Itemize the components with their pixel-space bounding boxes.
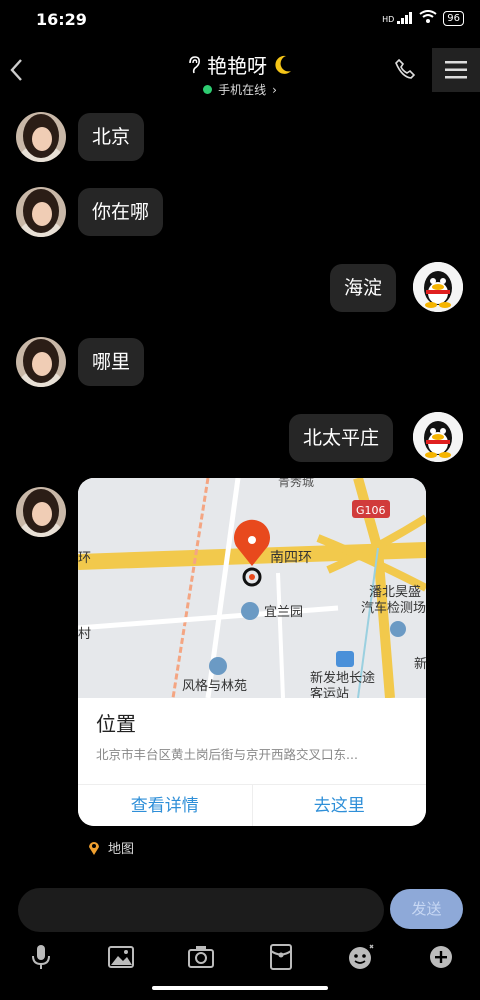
- map-marker-icon: [390, 621, 406, 637]
- user-avatar[interactable]: [413, 412, 463, 462]
- status-time: 16:29: [36, 10, 87, 29]
- map-source-label: 地图: [108, 842, 135, 857]
- bus-station-icon: [336, 651, 354, 667]
- microphone-icon: [32, 945, 50, 969]
- home-indicator[interactable]: [152, 986, 328, 990]
- signal-icon: HD: [382, 12, 413, 24]
- contact-photo-icon: [16, 112, 66, 162]
- image-icon: [108, 946, 134, 968]
- red-packet-button[interactable]: [266, 942, 296, 972]
- contact-avatar[interactable]: [16, 487, 66, 537]
- status-icons: HD 96: [382, 10, 464, 26]
- map-label: G106: [356, 504, 386, 517]
- navigate-button[interactable]: 去这里: [251, 785, 427, 826]
- presence-status: 手机在线 ›: [203, 81, 277, 98]
- map-label: 潘北昊盛: [369, 585, 421, 600]
- poi-icon: [209, 657, 227, 675]
- poi-icon: [241, 602, 259, 620]
- phone-icon: [395, 58, 416, 79]
- contact-title: 艳艳呀: [187, 50, 293, 79]
- ear-icon: [189, 55, 200, 73]
- map-label: 风格与林苑: [182, 678, 247, 694]
- message-bubble-left[interactable]: 你在哪: [78, 188, 164, 236]
- emoji-button[interactable]: [346, 942, 376, 972]
- contact-photo-icon: [16, 487, 66, 537]
- map-pin-icon: [89, 841, 99, 855]
- moon-icon: [275, 55, 291, 74]
- map-label: 宜兰园: [264, 605, 303, 620]
- message-bubble-right[interactable]: 海淀: [330, 264, 397, 312]
- map-label: 汽车检测场: [361, 600, 426, 616]
- battery-indicator: 96: [443, 10, 464, 26]
- camera-icon: [188, 946, 214, 968]
- red-packet-icon: [270, 944, 292, 970]
- plus-circle-icon: [430, 946, 452, 968]
- contact-avatar[interactable]: [16, 187, 66, 237]
- map-label: 客运站: [310, 686, 349, 698]
- map-label: 村: [78, 627, 91, 642]
- send-button[interactable]: 发送: [390, 889, 463, 929]
- location-card[interactable]: 青秀城 G106 南四环 宜兰园 潘北昊盛 汽车检测场 环 村 风格与林苑 新发…: [78, 478, 426, 826]
- user-avatar[interactable]: [413, 262, 463, 312]
- message-bubble-right[interactable]: 北太平庄: [289, 414, 394, 462]
- penguin-icon: [413, 412, 463, 462]
- contact-avatar[interactable]: [16, 337, 66, 387]
- chevron-right-icon: ›: [272, 82, 277, 97]
- camera-button[interactable]: [186, 942, 216, 972]
- contact-photo-icon: [16, 187, 66, 237]
- emoji-icon: [349, 944, 374, 969]
- more-button[interactable]: [426, 942, 456, 972]
- hamburger-icon: [445, 61, 467, 79]
- chat-header: 艳艳呀 手机在线 ›: [0, 40, 480, 100]
- message-bubble-left[interactable]: 哪里: [78, 338, 145, 386]
- input-toolbar: [0, 942, 480, 976]
- contact-avatar[interactable]: [16, 112, 66, 162]
- location-map[interactable]: 青秀城 G106 南四环 宜兰园 潘北昊盛 汽车检测场 环 村 风格与林苑 新发…: [78, 478, 426, 702]
- map-label: 青秀城: [278, 478, 314, 489]
- call-button[interactable]: [394, 58, 416, 84]
- location-title: 位置: [96, 712, 136, 736]
- message-bubble-left[interactable]: 北京: [78, 113, 145, 161]
- map-label: 环: [78, 551, 91, 566]
- view-details-button[interactable]: 查看详情: [78, 785, 252, 826]
- presence-label: 手机在线: [218, 83, 267, 97]
- message-input[interactable]: [18, 888, 384, 932]
- online-dot-icon: [203, 85, 213, 94]
- menu-button[interactable]: [432, 48, 480, 92]
- location-address: 北京市丰台区黄土岗后街与京开西路交叉口东...: [96, 747, 358, 762]
- contact-name: 艳艳呀: [207, 54, 267, 78]
- penguin-icon: [413, 262, 463, 312]
- gallery-button[interactable]: [106, 942, 136, 972]
- contact-photo-icon: [16, 337, 66, 387]
- hd-label: HD: [382, 15, 395, 24]
- map-label: 南四环: [270, 550, 312, 566]
- location-actions: 查看详情 去这里: [78, 784, 426, 826]
- map-label: 新发地长途: [310, 670, 375, 686]
- map-label: 新: [414, 656, 426, 672]
- location-details: 位置 北京市丰台区黄土岗后街与京开西路交叉口东... 查看详情 去这里: [78, 698, 426, 826]
- voice-button[interactable]: [26, 942, 56, 972]
- wifi-icon: [419, 10, 437, 26]
- map-source-tag[interactable]: 地图: [88, 838, 134, 857]
- status-bar: 16:29 HD 96: [0, 0, 480, 38]
